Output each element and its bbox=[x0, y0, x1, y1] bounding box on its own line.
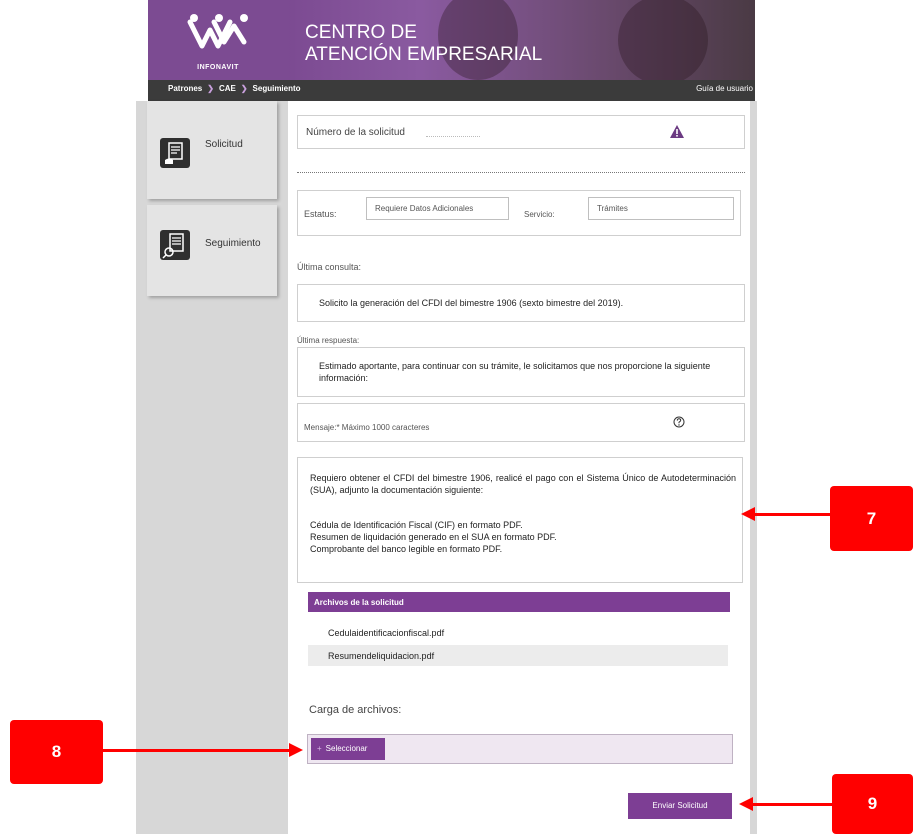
site-header: INFONAVIT CENTRO DE ATENCIÓN EMPRESARIAL bbox=[148, 0, 755, 80]
plus-icon: + bbox=[317, 744, 322, 753]
breadcrumb: Patrones ❯ CAE ❯ Seguimiento bbox=[168, 84, 301, 93]
select-files-label: Seleccionar bbox=[325, 744, 368, 753]
callout-8: 8 bbox=[10, 720, 103, 784]
upload-bar: + Seleccionar bbox=[307, 734, 733, 764]
request-number-box: Número de la solicitud bbox=[297, 115, 745, 149]
logo-text: INFONAVIT bbox=[197, 64, 239, 71]
message-label-box: Mensaje:* Máximo 1000 caracteres bbox=[297, 403, 745, 442]
last-response-label: Última respuesta: bbox=[297, 336, 360, 345]
breadcrumb-item-cae[interactable]: CAE bbox=[219, 84, 236, 93]
logo-area[interactable]: INFONAVIT bbox=[148, 0, 289, 80]
last-response-text: Estimado aportante, para continuar con s… bbox=[319, 361, 711, 383]
message-line: Cédula de Identificación Fiscal (CIF) en… bbox=[310, 520, 523, 530]
message-label: Mensaje:* Máximo 1000 caracteres bbox=[304, 423, 430, 432]
upload-label: Carga de archivos: bbox=[309, 704, 402, 716]
callout-arrow-7 bbox=[752, 513, 831, 516]
breadcrumb-item-seguimiento[interactable]: Seguimiento bbox=[253, 84, 301, 93]
status-box: Estatus: Requiere Datos Adicionales Serv… bbox=[297, 190, 741, 236]
chevron-right-icon: ❯ bbox=[240, 84, 248, 93]
arrow-left-icon bbox=[739, 797, 753, 811]
send-request-button[interactable]: Enviar Solicitud bbox=[628, 793, 732, 819]
message-line: Comprobante del banco legible en formato… bbox=[310, 544, 503, 554]
breadcrumb-bar: Patrones ❯ CAE ❯ Seguimiento Guía de usuario bbox=[148, 80, 755, 101]
callout-arrow-9 bbox=[752, 803, 832, 806]
title-line-2: ATENCIÓN EMPRESARIAL bbox=[305, 44, 543, 65]
service-label: Servicio: bbox=[524, 210, 555, 219]
sidebar-item-label: Solicitud bbox=[205, 139, 243, 150]
infonavit-logo-icon bbox=[187, 14, 248, 49]
warning-icon bbox=[670, 125, 684, 138]
breadcrumb-item-patrones[interactable]: Patrones bbox=[168, 84, 202, 93]
help-icon[interactable] bbox=[673, 416, 685, 428]
request-number-label: Número de la solicitud bbox=[306, 127, 405, 138]
right-gutter bbox=[750, 101, 757, 834]
sidebar-item-solicitud[interactable]: Solicitud bbox=[147, 101, 277, 199]
arrow-left-icon bbox=[741, 507, 755, 521]
divider bbox=[297, 172, 745, 173]
page-title: CENTRO DE ATENCIÓN EMPRESARIAL bbox=[305, 22, 542, 66]
document-search-icon bbox=[160, 230, 190, 260]
chevron-right-icon: ❯ bbox=[207, 84, 214, 93]
last-response-box: Estimado aportante, para continuar con s… bbox=[297, 347, 745, 397]
status-field: Requiere Datos Adicionales bbox=[366, 197, 509, 220]
last-query-label: Última consulta: bbox=[297, 262, 362, 272]
user-guide-link[interactable]: Guía de usuario bbox=[696, 84, 753, 93]
arrow-right-icon bbox=[289, 743, 303, 757]
title-line-1: CENTRO DE bbox=[305, 22, 417, 43]
header-photo-figure bbox=[618, 0, 708, 80]
last-query-box: Solicito la generación del CFDI del bime… bbox=[297, 284, 745, 322]
message-paragraph: Requiero obtener el CFDI del bimestre 19… bbox=[310, 473, 736, 495]
document-hand-icon bbox=[160, 138, 190, 168]
message-textarea[interactable]: Requiero obtener el CFDI del bimestre 19… bbox=[297, 457, 743, 583]
files-header: Archivos de la solicitud bbox=[308, 592, 730, 612]
request-number-input[interactable] bbox=[426, 136, 480, 137]
file-item[interactable]: Cedulaidentificacionfiscal.pdf bbox=[308, 622, 728, 643]
message-line: Resumen de liquidación generado en el SU… bbox=[310, 532, 557, 542]
status-label: Estatus: bbox=[304, 209, 337, 219]
callout-7: 7 bbox=[830, 486, 913, 551]
callout-arrow-8 bbox=[103, 749, 291, 752]
sidebar-item-seguimiento[interactable]: Seguimiento bbox=[147, 205, 277, 296]
service-field: Trámites bbox=[588, 197, 734, 220]
callout-9: 9 bbox=[832, 774, 913, 834]
select-files-button[interactable]: + Seleccionar bbox=[311, 738, 385, 760]
file-item[interactable]: Resumendeliquidacion.pdf bbox=[308, 645, 728, 666]
sidebar-item-label: Seguimiento bbox=[205, 238, 261, 249]
last-query-text: Solicito la generación del CFDI del bime… bbox=[319, 298, 624, 308]
